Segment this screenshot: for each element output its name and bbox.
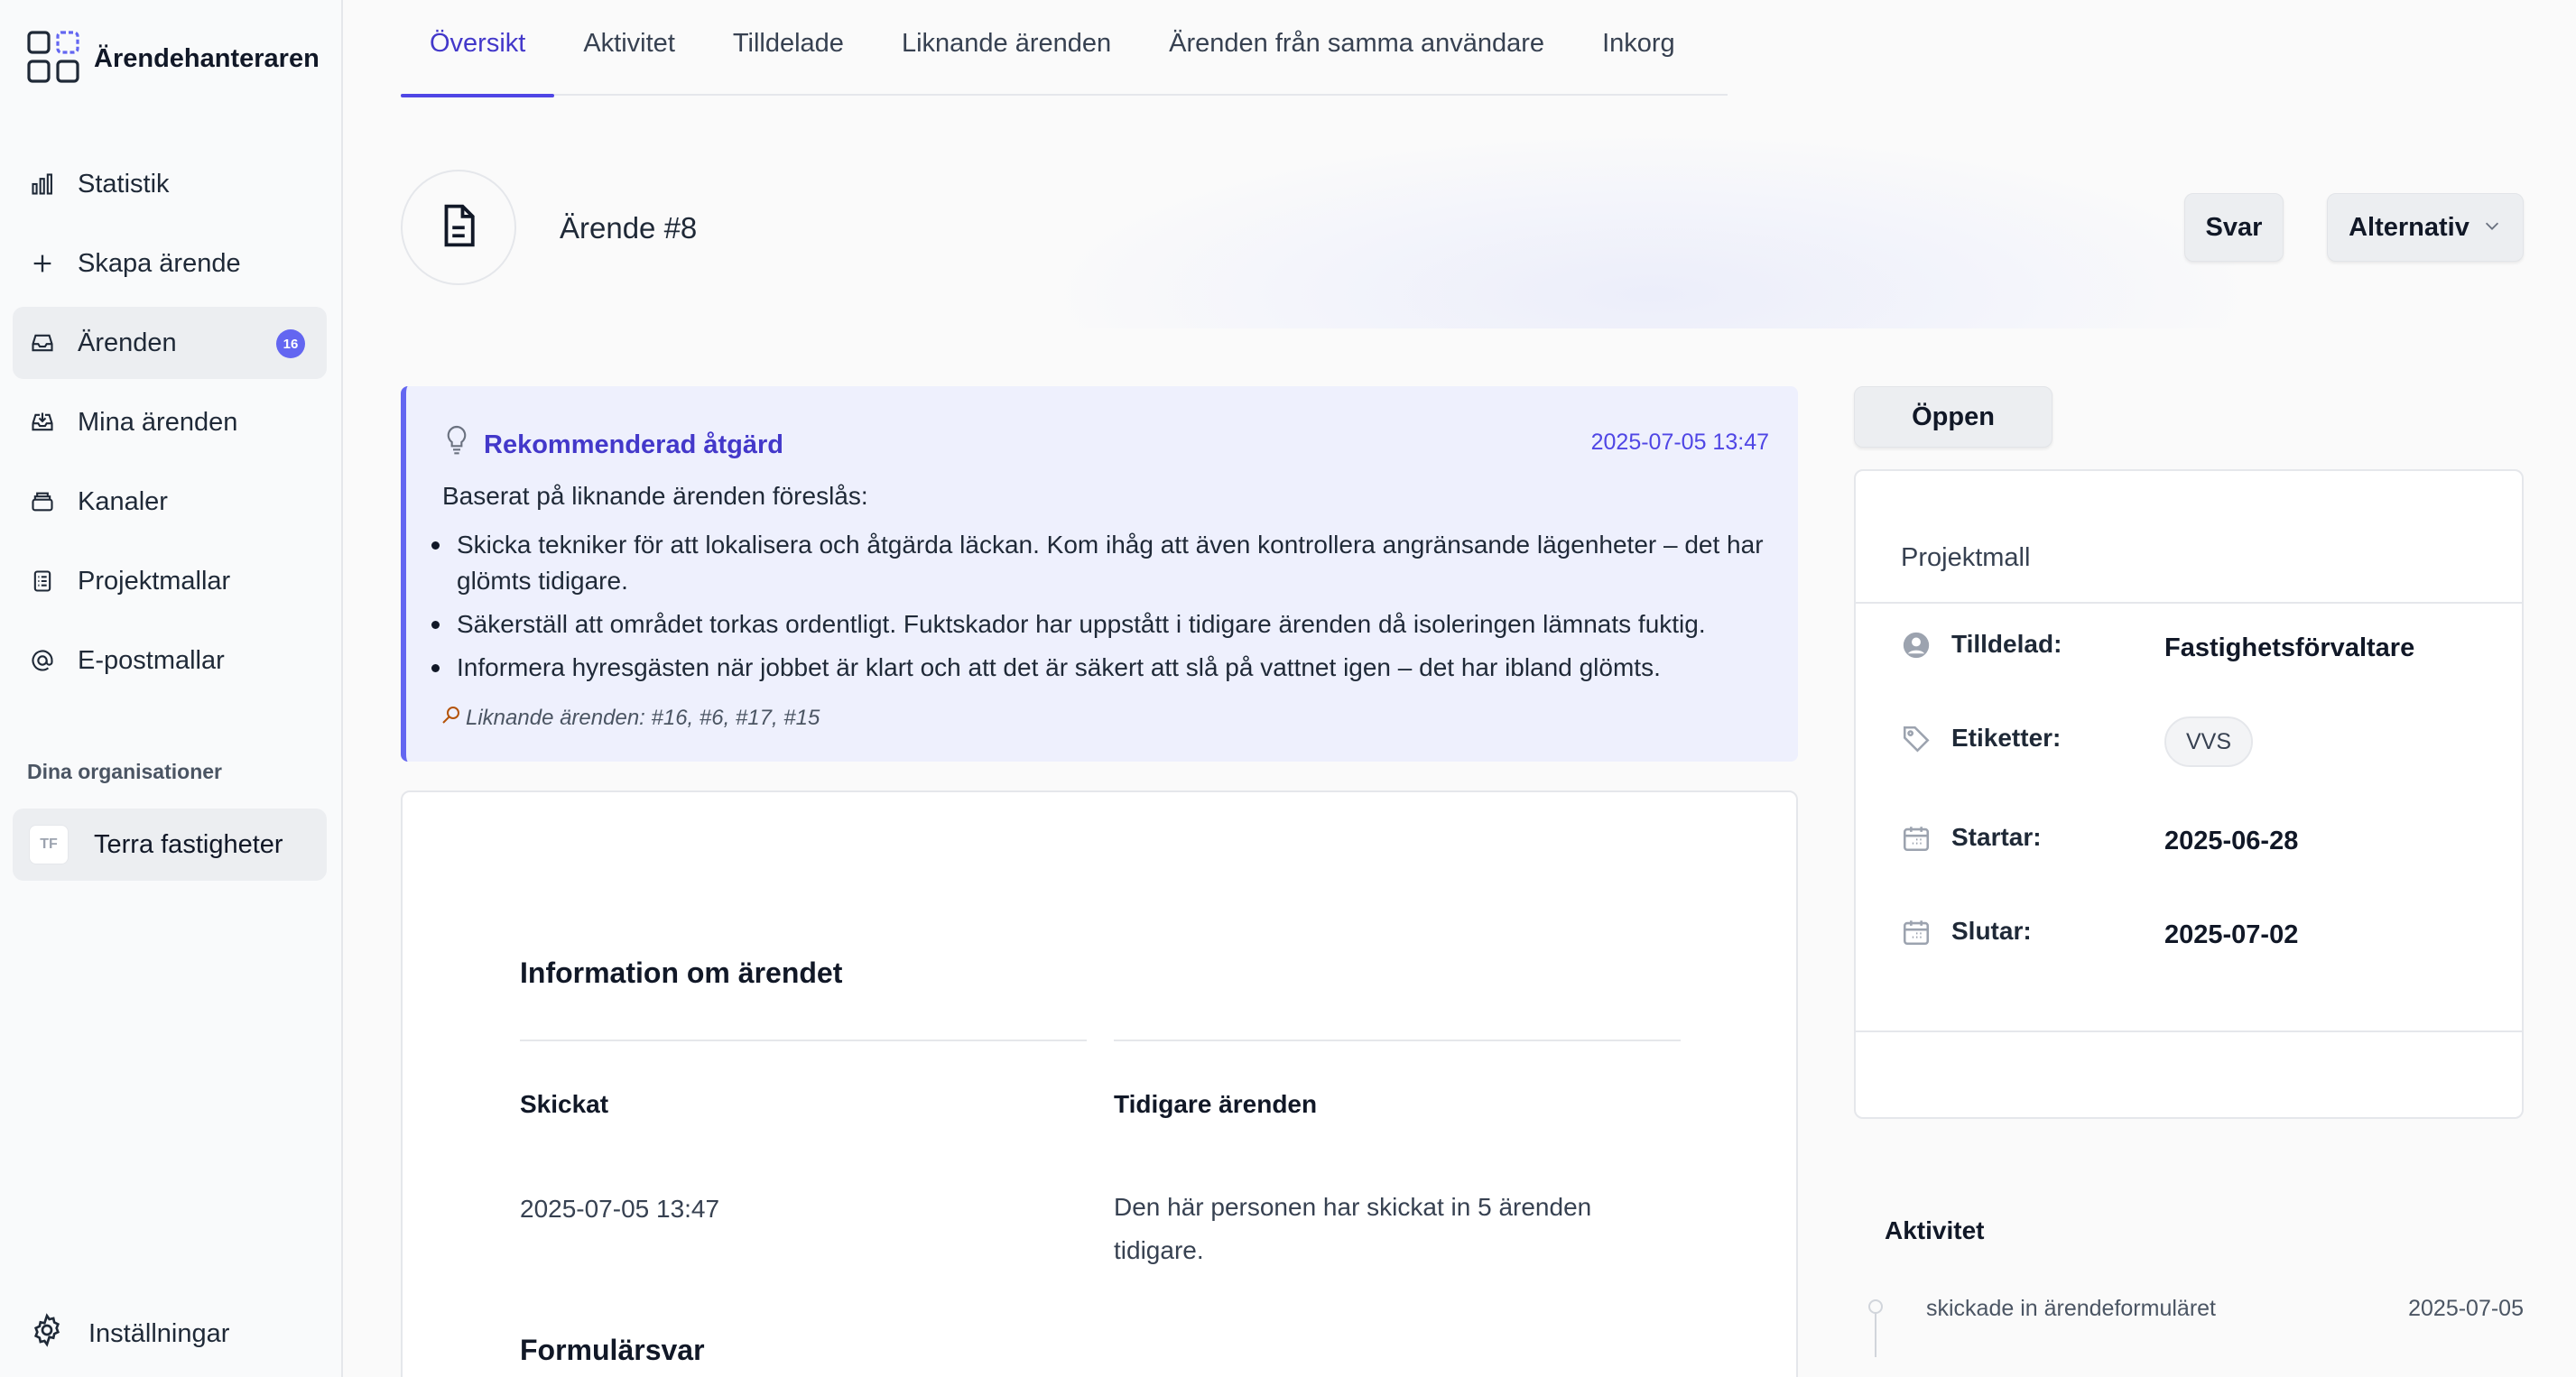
- lightbulb-icon: [442, 424, 471, 466]
- magnifier-icon: [440, 704, 462, 732]
- org-name: Terra fastigheter: [94, 829, 283, 859]
- start-label: Startar:: [1951, 823, 2042, 851]
- similar-cases-text: Liknande ärenden: #16, #6, #17, #15: [466, 705, 820, 730]
- assigned-label: Tilldelad:: [1951, 630, 2062, 658]
- sidebar-item-kanaler[interactable]: Kanaler: [13, 466, 327, 538]
- clipboard-list-icon: [29, 568, 56, 595]
- project-template-card: Projektmall Tilldelad: Fastighetsförvalt…: [1854, 469, 2524, 1119]
- calendar-icon: [1901, 823, 1932, 854]
- plus-icon: [29, 250, 56, 277]
- inbox-download-icon: [29, 409, 56, 436]
- sidebar-item-statistik[interactable]: Statistik: [13, 148, 327, 220]
- tag-pill[interactable]: VVS: [2164, 716, 2254, 767]
- count-badge: 16: [276, 329, 305, 358]
- sidebar-item-label: Skapa ärende: [78, 248, 241, 278]
- tab-tilldelade[interactable]: Tilldelade: [704, 0, 873, 96]
- sidebar-item-arenden[interactable]: Ärenden 16: [13, 307, 327, 379]
- app-name: Ärendehanteraren: [94, 44, 320, 73]
- sidebar-item-label: E-postmallar: [78, 645, 225, 675]
- divider: [520, 1040, 1087, 1041]
- settings-label: Inställningar: [88, 1318, 230, 1348]
- activity-text: skickade in ärendeformuläret: [1926, 1296, 2216, 1321]
- gear-icon: [29, 1312, 65, 1355]
- sidebar-nav: Statistik Skapa ärende Ärenden 16 Mina ä…: [13, 148, 327, 704]
- sidebar-item-mina-arenden[interactable]: Mina ärenden: [13, 386, 327, 458]
- at-sign-icon: [29, 647, 56, 674]
- organizations-heading: Dina organisationer: [27, 760, 222, 783]
- recommendation-timestamp: 2025-07-05 13:47: [1590, 430, 1769, 455]
- tab-aktivitet[interactable]: Aktivitet: [554, 0, 704, 96]
- tab-arenden-samma-anvandare[interactable]: Ärenden från samma användare: [1140, 0, 1573, 96]
- form-answers-heading: Formulärsvar: [520, 1334, 705, 1366]
- sent-label: Skickat: [520, 1090, 609, 1118]
- divider: [1856, 602, 2522, 604]
- recommendation-intro: Baserat på liknande ärenden föreslås:: [442, 482, 868, 510]
- app-logo-icon: [27, 31, 79, 88]
- tab-bar: Översikt Aktivitet Tilldelade Liknande ä…: [401, 0, 1728, 97]
- list-item: Säkerställ att området torkas ordentligt…: [428, 606, 1782, 642]
- end-value: 2025-07-02: [2164, 920, 2299, 949]
- tab-oversikt[interactable]: Översikt: [401, 0, 555, 97]
- timeline-dot: [1868, 1299, 1883, 1314]
- recommendation-panel: Rekommenderad åtgärd 2025-07-05 13:47 Ba…: [401, 386, 1798, 762]
- list-item: Informera hyresgästen när jobbet är klar…: [428, 650, 1782, 686]
- tags-label: Etiketter:: [1951, 724, 2062, 752]
- end-label: Slutar:: [1951, 917, 2032, 945]
- recommendation-list: Skicka tekniker för att lokalisera och å…: [428, 527, 1782, 693]
- reply-button[interactable]: Svar: [2184, 193, 2284, 262]
- sidebar-item-e-postmallar[interactable]: E-postmallar: [13, 624, 327, 697]
- info-heading: Information om ärendet: [520, 957, 843, 989]
- case-info-card: Information om ärendet Skickat Tidigare …: [401, 790, 1798, 1377]
- calendar-icon: [1901, 917, 1932, 947]
- assigned-value: Fastighetsförvaltare: [2164, 633, 2415, 662]
- chevron-down-icon: [2482, 213, 2502, 243]
- sent-value: 2025-07-05 13:47: [520, 1195, 720, 1223]
- sidebar-item-skapa-arende[interactable]: Skapa ärende: [13, 227, 327, 300]
- card-title: Projektmall: [1901, 543, 2031, 572]
- recommendation-title: Rekommenderad åtgärd: [484, 430, 783, 459]
- sidebar-item-label: Kanaler: [78, 486, 168, 516]
- previous-cases-value: Den här personen har skickat in 5 ärende…: [1114, 1193, 1592, 1264]
- organization-item[interactable]: TF Terra fastigheter: [13, 809, 327, 881]
- tag-icon: [1901, 724, 1932, 754]
- activity-date: 2025-07-05: [2408, 1296, 2524, 1321]
- document-icon: [434, 201, 483, 254]
- sidebar-item-label: Projektmallar: [78, 566, 231, 596]
- org-avatar: TF: [29, 825, 69, 864]
- options-dropdown[interactable]: Alternativ: [2327, 193, 2524, 262]
- page-title: Ärende #8: [560, 211, 698, 245]
- inbox-icon: [29, 329, 56, 356]
- case-icon-wrapper: [401, 170, 516, 285]
- options-label: Alternativ: [2349, 212, 2469, 242]
- similar-cases: Liknande ärenden: #16, #6, #17, #15: [440, 704, 820, 732]
- recommendation-header: Rekommenderad åtgärd: [442, 424, 783, 466]
- sidebar-item-label: Statistik: [78, 169, 170, 199]
- activity-heading: Aktivitet: [1885, 1216, 1985, 1244]
- sidebar-item-projektmallar[interactable]: Projektmallar: [13, 545, 327, 617]
- sidebar: Ärendehanteraren Statistik Skapa ärende …: [0, 0, 343, 1377]
- stack-icon: [29, 488, 56, 515]
- sidebar-item-label: Mina ärenden: [78, 407, 238, 437]
- settings-link[interactable]: Inställningar: [29, 1312, 229, 1355]
- list-item: Skicka tekniker för att lokalisera och å…: [428, 527, 1782, 599]
- divider: [1114, 1040, 1681, 1041]
- previous-cases-label: Tidigare ärenden: [1114, 1090, 1318, 1118]
- tab-liknande-arenden[interactable]: Liknande ärenden: [873, 0, 1140, 96]
- bar-chart-icon: [29, 171, 56, 198]
- sidebar-item-label: Ärenden: [78, 328, 177, 357]
- divider: [1856, 1030, 2522, 1032]
- user-circle-icon: [1901, 630, 1932, 661]
- brand[interactable]: Ärendehanteraren: [27, 31, 320, 88]
- tab-inkorg[interactable]: Inkorg: [1573, 0, 1704, 96]
- status-button[interactable]: Öppen: [1854, 386, 2052, 448]
- start-value: 2025-06-28: [2164, 827, 2299, 855]
